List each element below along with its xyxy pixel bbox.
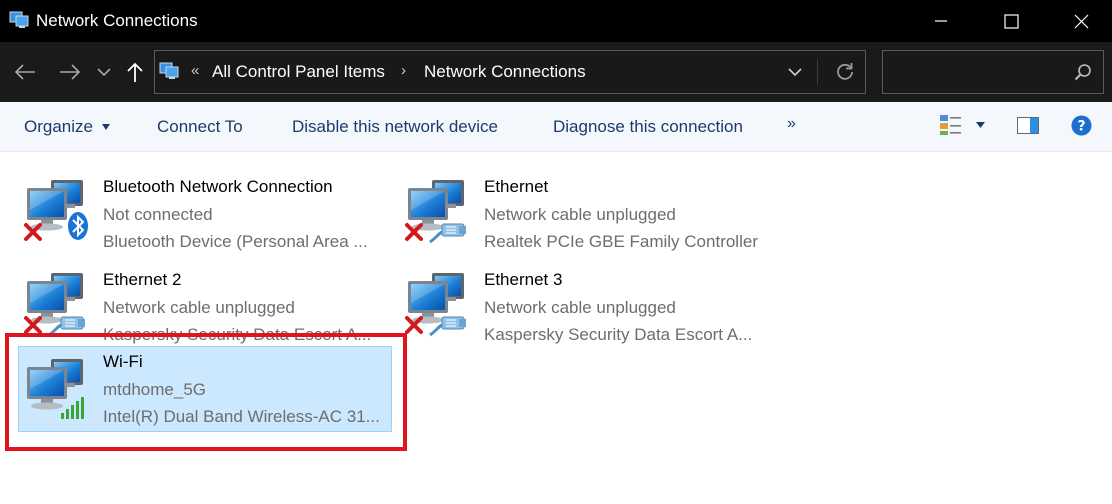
connection-name: Ethernet 2 [103, 270, 182, 289]
breadcrumb-network-connections[interactable]: Network Connections [424, 62, 586, 82]
organize-button[interactable]: Organize [24, 117, 93, 137]
recent-locations-button[interactable] [94, 60, 114, 84]
address-bar[interactable]: « All Control Panel Items › Network Conn… [154, 50, 866, 94]
search-icon [1074, 64, 1091, 81]
connection-bluetooth[interactable]: Bluetooth Network Connection Not connect… [5, 162, 379, 251]
svg-text:?: ? [1077, 119, 1085, 135]
connection-name: Bluetooth Network Connection [103, 177, 333, 196]
breadcrumb-control-panel-items[interactable]: All Control Panel Items [212, 62, 385, 82]
network-adapter-icon [405, 174, 468, 244]
connection-ethernet-3[interactable]: Ethernet 3 Network cable unplugged Kaspe… [386, 255, 760, 344]
network-adapter-icon [24, 267, 87, 337]
minimize-button[interactable] [918, 0, 964, 42]
back-arrow-icon [14, 64, 35, 80]
network-connections-icon [9, 11, 29, 28]
window-title: Network Connections [36, 11, 198, 30]
network-adapter-icon [24, 174, 88, 241]
connect-to-button[interactable]: Connect To [157, 117, 243, 137]
connection-device: Kaspersky Security Data Escort A... [484, 325, 753, 344]
change-view-icon[interactable] [939, 114, 963, 136]
connection-ethernet-2[interactable]: Ethernet 2 Network cable unplugged Kaspe… [5, 255, 379, 344]
search-box[interactable] [882, 50, 1104, 94]
connection-status: Network cable unplugged [103, 298, 295, 317]
more-commands-button[interactable]: » [787, 115, 796, 133]
network-adapter-icon [405, 267, 468, 337]
help-icon[interactable]: ? [1071, 115, 1092, 136]
network-connections-icon [159, 62, 179, 79]
close-button[interactable] [1058, 0, 1104, 42]
connection-status: Network cable unplugged [484, 205, 676, 224]
refresh-icon[interactable] [835, 61, 855, 81]
disable-device-button[interactable]: Disable this network device [292, 117, 498, 137]
maximize-icon [1003, 13, 1019, 29]
minimize-icon [935, 20, 947, 22]
address-row: « All Control Panel Items › Network Conn… [0, 42, 1112, 102]
title-bar: Network Connections [0, 0, 1112, 42]
breadcrumb-separator[interactable]: › [401, 62, 406, 79]
close-icon [1074, 14, 1088, 28]
forward-button[interactable] [57, 60, 83, 84]
connection-ethernet[interactable]: Ethernet Network cable unplugged Realtek… [386, 162, 760, 251]
up-arrow-icon [127, 62, 143, 82]
diagnose-connection-button[interactable]: Diagnose this connection [553, 117, 743, 137]
forward-arrow-icon [60, 64, 81, 80]
up-button[interactable] [123, 60, 147, 84]
view-dropdown-icon[interactable] [976, 122, 985, 128]
bluetooth-icon [68, 212, 88, 240]
highlight-annotation [5, 333, 407, 451]
connection-status: Network cable unplugged [484, 298, 676, 317]
address-divider [817, 59, 818, 85]
dropdown-arrow-icon[interactable] [102, 124, 110, 130]
chevron-down-icon[interactable] [787, 65, 803, 79]
chevron-down-icon [97, 68, 111, 77]
connection-device: Realtek PCIe GBE Family Controller [484, 232, 758, 251]
connection-name: Ethernet [484, 177, 549, 196]
connection-name: Ethernet 3 [484, 270, 563, 289]
breadcrumb-overflow[interactable]: « [191, 62, 199, 79]
preview-pane-icon[interactable] [1017, 117, 1039, 134]
connection-device: Bluetooth Device (Personal Area ... [103, 232, 368, 251]
back-button[interactable] [12, 60, 38, 84]
maximize-button[interactable] [988, 0, 1034, 42]
connection-status: Not connected [103, 205, 213, 224]
